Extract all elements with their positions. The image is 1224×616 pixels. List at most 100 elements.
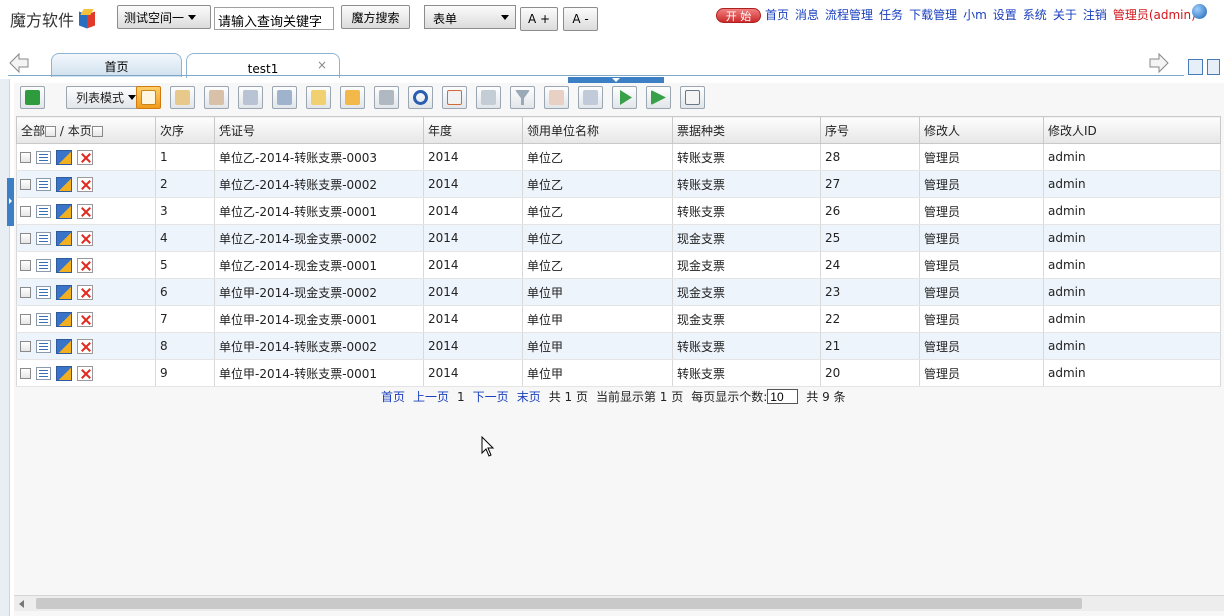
- edit-icon[interactable]: [56, 311, 72, 327]
- table-row[interactable]: 8 单位甲-2014-转账支票-0002 2014 单位甲 转账支票 21 管理员 admin: [16, 332, 1221, 360]
- detail-icon[interactable]: [36, 258, 51, 272]
- row-checkbox[interactable]: [20, 367, 31, 379]
- toolbar-filter-button[interactable]: [510, 86, 535, 109]
- edit-icon[interactable]: [56, 203, 72, 219]
- col-header-modifier-id[interactable]: 修改人ID: [1043, 116, 1221, 144]
- select-all-checkbox[interactable]: [45, 125, 57, 137]
- toolbar-print-button[interactable]: [238, 86, 263, 109]
- font-increase-button[interactable]: A +: [520, 7, 558, 31]
- table-row[interactable]: 2 单位乙-2014-转账支票-0002 2014 单位乙 转账支票 27 管理员 admin: [16, 170, 1221, 198]
- edit-icon[interactable]: [56, 149, 72, 165]
- workspace-selector[interactable]: 测试空间一: [117, 5, 211, 29]
- detail-icon[interactable]: [36, 231, 51, 245]
- pager-next[interactable]: 下一页: [473, 388, 509, 405]
- col-header-seq-no[interactable]: 序号: [820, 116, 920, 144]
- nav-workflow[interactable]: 流程管理: [825, 6, 873, 23]
- detail-icon[interactable]: [36, 366, 51, 380]
- row-checkbox[interactable]: [20, 151, 31, 163]
- list-view-icon[interactable]: [1207, 59, 1220, 75]
- toolbar-edit-button[interactable]: [170, 86, 195, 109]
- delete-icon[interactable]: [77, 311, 93, 327]
- edit-icon[interactable]: [56, 284, 72, 300]
- table-row[interactable]: 6 单位甲-2014-现金支票-0002 2014 单位甲 现金支票 23 管理员 admin: [16, 278, 1221, 306]
- nav-home[interactable]: 首页: [765, 6, 789, 23]
- nav-tasks[interactable]: 任务: [879, 6, 903, 23]
- table-row[interactable]: 3 单位乙-2014-转账支票-0001 2014 单位乙 转账支票 26 管理员 admin: [16, 197, 1221, 225]
- toolbar-clear-filter-button[interactable]: [476, 86, 501, 109]
- row-checkbox[interactable]: [20, 313, 31, 325]
- col-header-modifier[interactable]: 修改人: [919, 116, 1044, 144]
- nav-about[interactable]: 关于: [1053, 6, 1077, 23]
- delete-icon[interactable]: [77, 284, 93, 300]
- row-checkbox[interactable]: [20, 178, 31, 190]
- detail-icon[interactable]: [36, 285, 51, 299]
- row-checkbox[interactable]: [20, 286, 31, 298]
- toolbar-settings-button[interactable]: [680, 86, 705, 109]
- delete-icon[interactable]: [77, 338, 93, 354]
- table-row[interactable]: 7 单位甲-2014-现金支票-0001 2014 单位甲 现金支票 22 管理员 admin: [16, 305, 1221, 333]
- row-checkbox[interactable]: [20, 259, 31, 271]
- edit-icon[interactable]: [56, 338, 72, 354]
- arrow-left-icon[interactable]: [8, 52, 30, 74]
- detail-icon[interactable]: [36, 204, 51, 218]
- delete-icon[interactable]: [77, 230, 93, 246]
- delete-icon[interactable]: [77, 203, 93, 219]
- detail-icon[interactable]: [36, 312, 51, 326]
- globe-icon[interactable]: [1192, 4, 1207, 19]
- toolbar-image-button[interactable]: [578, 86, 603, 109]
- toolbar-flag-button[interactable]: [646, 86, 671, 109]
- detail-icon[interactable]: [36, 177, 51, 191]
- toolbar-view-button[interactable]: [442, 86, 467, 109]
- col-header-year[interactable]: 年度: [423, 116, 523, 144]
- per-page-input[interactable]: [767, 389, 799, 404]
- horizontal-scrollbar[interactable]: [14, 595, 1224, 611]
- nav-system[interactable]: 系统: [1023, 6, 1047, 23]
- col-header-voucher-no[interactable]: 凭证号: [214, 116, 424, 144]
- edit-icon[interactable]: [56, 230, 72, 246]
- pager-first[interactable]: 首页: [381, 388, 405, 405]
- edit-icon[interactable]: [56, 257, 72, 273]
- delete-icon[interactable]: [77, 365, 93, 381]
- font-decrease-button[interactable]: A -: [563, 7, 598, 31]
- toolbar-export-button[interactable]: [272, 86, 297, 109]
- detail-icon[interactable]: [36, 150, 51, 164]
- col-header-bill-type[interactable]: 票据种类: [672, 116, 821, 144]
- form-type-select[interactable]: 表单: [424, 5, 516, 29]
- toolbar-add-button[interactable]: [136, 86, 161, 109]
- nav-xiaom[interactable]: 小m: [963, 6, 987, 23]
- detail-icon[interactable]: [36, 339, 51, 353]
- nav-logout[interactable]: 注销: [1083, 6, 1107, 23]
- table-row[interactable]: 9 单位甲-2014-转账支票-0001 2014 单位甲 转账支票 20 管理员 admin: [16, 359, 1221, 387]
- col-header-unit-name[interactable]: 领用单位名称: [522, 116, 673, 144]
- col-header-order[interactable]: 次序: [155, 116, 215, 144]
- scrollbar-thumb[interactable]: [36, 598, 1082, 609]
- scroll-left-arrow-icon[interactable]: [19, 600, 24, 608]
- row-checkbox[interactable]: [20, 340, 31, 352]
- expand-panel-handle[interactable]: [7, 178, 14, 226]
- toolbar-play-button[interactable]: [612, 86, 637, 109]
- table-row[interactable]: 1 单位乙-2014-转账支票-0003 2014 单位乙 转账支票 28 管理员 admin: [16, 143, 1221, 171]
- select-page-checkbox[interactable]: [91, 125, 103, 137]
- toolbar-report-button[interactable]: [340, 86, 365, 109]
- nav-downloads[interactable]: 下载管理: [909, 6, 957, 23]
- toolbar-refresh-button[interactable]: [20, 86, 45, 109]
- delete-icon[interactable]: [77, 176, 93, 192]
- toolbar-reload-button[interactable]: [408, 86, 433, 109]
- list-mode-dropdown[interactable]: 列表模式: [66, 86, 146, 109]
- pager-prev[interactable]: 上一页: [413, 388, 449, 405]
- start-button[interactable]: 开 始: [716, 8, 761, 23]
- edit-icon[interactable]: [56, 176, 72, 192]
- toolbar-calendar-button[interactable]: [374, 86, 399, 109]
- nav-messages[interactable]: 消息: [795, 6, 819, 23]
- toolbar-copy-button[interactable]: [204, 86, 229, 109]
- search-input[interactable]: 请输入查询关键字: [214, 7, 334, 30]
- toolbar-chart-button[interactable]: [544, 86, 569, 109]
- arrow-right-icon[interactable]: [1148, 52, 1170, 74]
- tab-home[interactable]: 首页: [51, 53, 182, 77]
- nav-settings[interactable]: 设置: [993, 6, 1017, 23]
- delete-icon[interactable]: [77, 149, 93, 165]
- delete-icon[interactable]: [77, 257, 93, 273]
- edit-icon[interactable]: [56, 365, 72, 381]
- user-link[interactable]: 管理员(admin): [1113, 6, 1196, 23]
- close-icon[interactable]: ×: [317, 58, 327, 72]
